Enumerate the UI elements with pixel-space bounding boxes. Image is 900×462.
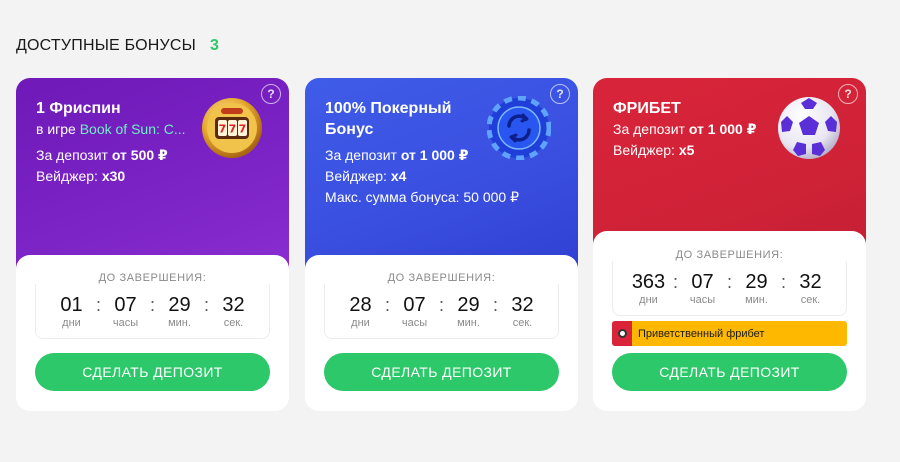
timer-separator: : [780, 272, 786, 292]
welcome-freebet-badge: Приветственный фрибет [612, 321, 847, 346]
game-link[interactable]: Book of Sun: C... [80, 119, 186, 140]
max-bonus-label: Макс. сумма бонуса: [325, 189, 460, 205]
timer-hours: 07 [114, 294, 137, 316]
timer-days: 28 [349, 294, 372, 316]
wager-label: Вейджер: [325, 168, 387, 184]
unit-days: дни [62, 317, 81, 329]
timer-minutes: 29 [168, 294, 191, 316]
freebet-badge-icon [612, 321, 632, 346]
wager-label: Вейджер: [613, 142, 675, 158]
bonus-title: 1 Фриспин [36, 100, 121, 117]
timer-days: 363 [631, 271, 666, 293]
max-bonus-line: Макс. сумма бонуса: 50 000 ₽ [325, 187, 578, 208]
timer-hours: 07 [691, 271, 714, 293]
make-deposit-button[interactable]: СДЕЛАТЬ ДЕПОЗИТ [324, 353, 559, 391]
help-icon[interactable]: ? [550, 84, 570, 104]
section-header: ДОСТУПНЫЕ БОНУСЫ 3 [16, 37, 219, 55]
deposit-value: от 500 ₽ [111, 147, 168, 163]
card-body: ДО ЗАВЕРШЕНИЯ: 363 дни : 07 часы : 29 мин. … [593, 231, 866, 411]
wager-line: Вейджер: x4 [325, 166, 578, 187]
card-body: ДО ЗАВЕРШЕНИЯ: 01 дни : 07 часы : 29 мин. :… [16, 255, 289, 411]
timer-label: ДО ЗАВЕРШЕНИЯ: [325, 272, 558, 284]
card-body: ДО ЗАВЕРШЕНИЯ: 28 дни : 07 часы : 29 мин. :… [305, 255, 578, 411]
timer-seconds: 32 [511, 294, 534, 316]
timer-separator: : [438, 295, 444, 315]
timer-minutes: 29 [457, 294, 480, 316]
timer-values: 28 дни : 07 часы : 29 мин. : 32 сек. [325, 294, 558, 329]
timer-hours: 07 [403, 294, 426, 316]
deposit-label: За депозит [36, 147, 108, 163]
unit-hours: часы [401, 317, 428, 329]
countdown-timer: ДО ЗАВЕРШЕНИЯ: 01 дни : 07 часы : 29 мин. :… [35, 272, 270, 339]
unit-seconds: сек. [223, 317, 244, 329]
unit-minutes: мин. [168, 317, 191, 329]
bonus-card-poker: ? 100% Покерный Бонус За депозит от 1 00… [305, 78, 578, 411]
make-deposit-button[interactable]: СДЕЛАТЬ ДЕПОЗИТ [35, 353, 270, 391]
deposit-label: За депозит [613, 121, 685, 137]
unit-days: дни [639, 294, 658, 306]
game-prefix: в игре [36, 121, 76, 137]
unit-hours: часы [112, 317, 139, 329]
timer-separator: : [672, 272, 678, 292]
unit-minutes: мин. [745, 294, 768, 306]
bonus-title: 100% Покерный Бонус [325, 100, 452, 138]
wager-value: x30 [101, 168, 126, 184]
bonus-count: 3 [209, 37, 219, 54]
bonus-card-freebet: ? ФРИБЕТ За депозит от 1 000 ₽ Вейджер: … [593, 78, 866, 411]
unit-seconds: сек. [800, 294, 821, 306]
timer-label: ДО ЗАВЕРШЕНИЯ: [613, 249, 846, 261]
max-bonus-value: 50 000 ₽ [463, 189, 520, 205]
promo-label: Приветственный фрибет [638, 327, 765, 340]
slot-machine-icon: 7 7 7 [199, 95, 265, 161]
deposit-value: от 1 000 ₽ [400, 147, 469, 163]
timer-separator: : [149, 295, 155, 315]
timer-label: ДО ЗАВЕРШЕНИЯ: [36, 272, 269, 284]
poker-chip-icon [487, 96, 551, 160]
unit-minutes: мин. [457, 317, 480, 329]
bonus-card-freespin: ? 1 Фриспин в игре Book of Sun: C... За … [16, 78, 289, 411]
timer-separator: : [95, 295, 101, 315]
svg-text:7: 7 [219, 123, 227, 136]
card-header: ? 100% Покерный Бонус За депозит от 1 00… [305, 78, 578, 278]
svg-text:7: 7 [229, 123, 237, 136]
bonus-title: ФРИБЕТ [613, 100, 681, 117]
unit-days: дни [351, 317, 370, 329]
unit-seconds: сек. [512, 317, 533, 329]
wager-value: x4 [390, 168, 407, 184]
timer-separator: : [203, 295, 209, 315]
timer-values: 363 дни : 07 часы : 29 мин. : 32 сек. [613, 271, 846, 306]
wager-label: Вейджер: [36, 168, 98, 184]
timer-separator: : [726, 272, 732, 292]
timer-seconds: 32 [799, 271, 822, 293]
make-deposit-button[interactable]: СДЕЛАТЬ ДЕПОЗИТ [612, 353, 847, 391]
svg-text:7: 7 [239, 123, 247, 136]
timer-minutes: 29 [745, 271, 768, 293]
soccer-ball-icon [775, 94, 843, 162]
countdown-timer: ДО ЗАВЕРШЕНИЯ: 28 дни : 07 часы : 29 мин. :… [324, 272, 559, 339]
card-header: ? 1 Фриспин в игре Book of Sun: C... За … [16, 78, 289, 278]
deposit-value: от 1 000 ₽ [688, 121, 757, 137]
section-title: ДОСТУПНЫЕ БОНУСЫ [16, 37, 196, 54]
deposit-label: За депозит [325, 147, 397, 163]
countdown-timer: ДО ЗАВЕРШЕНИЯ: 363 дни : 07 часы : 29 мин. … [612, 249, 847, 316]
wager-value: x5 [678, 142, 695, 158]
timer-separator: : [492, 295, 498, 315]
timer-days: 01 [60, 294, 83, 316]
unit-hours: часы [689, 294, 716, 306]
wager-line: Вейджер: x30 [36, 166, 289, 187]
timer-seconds: 32 [222, 294, 245, 316]
timer-values: 01 дни : 07 часы : 29 мин. : 32 сек. [36, 294, 269, 329]
timer-separator: : [384, 295, 390, 315]
